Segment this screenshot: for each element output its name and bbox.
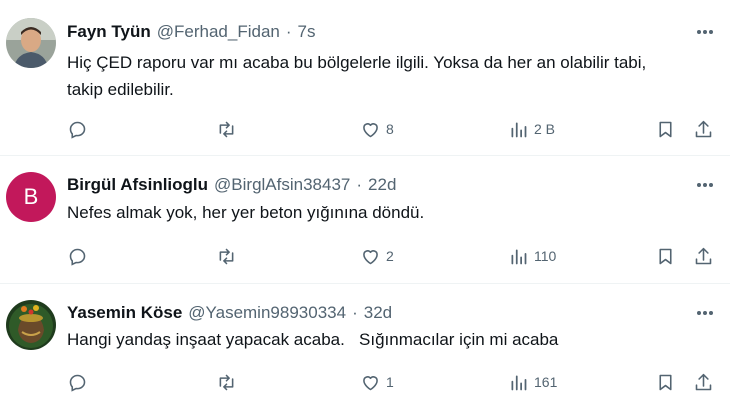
separator-dot: · — [352, 303, 358, 322]
reply-button[interactable] — [67, 117, 88, 141]
like-count: 8 — [386, 121, 394, 137]
tweet-text-line: Hiç ÇED raporu var mı acaba bu bölgelerl… — [67, 53, 647, 72]
like-icon — [363, 122, 378, 137]
like-button[interactable]: 1 — [360, 370, 394, 394]
views-button[interactable]: 161 — [508, 370, 557, 394]
tweet-header: Fayn Tyün @Ferhad_Fidan · 7s — [67, 21, 316, 43]
tweet-text: Nefes almak yok, her yer beton yığınına … — [67, 199, 718, 226]
like-count: 2 — [386, 248, 394, 264]
tweet[interactable]: Fayn Tyün @Ferhad_Fidan · 7s Hiç ÇED rap… — [0, 0, 730, 156]
bookmark-button[interactable] — [655, 117, 676, 141]
avatar[interactable]: B — [6, 172, 56, 222]
views-button[interactable]: 2 B — [508, 117, 555, 141]
avatar-photo — [6, 300, 56, 350]
more-icon — [697, 183, 713, 187]
author-handle[interactable]: @BirglAfsin38437 — [214, 175, 350, 195]
retweet-button[interactable] — [216, 117, 237, 141]
like-icon — [363, 375, 378, 390]
share-button[interactable] — [693, 244, 714, 268]
bookmark-button[interactable] — [655, 244, 676, 268]
like-button[interactable]: 2 — [360, 244, 394, 268]
share-button[interactable] — [693, 117, 714, 141]
retweet-icon — [219, 248, 234, 264]
share-icon — [695, 247, 712, 264]
author-name[interactable]: Fayn Tyün — [67, 22, 151, 42]
tweet-text-line: Nefes almak yok, her yer beton yığınına … — [67, 203, 425, 222]
more-options-button[interactable] — [694, 21, 716, 43]
views-icon — [511, 122, 527, 137]
bookmark-button[interactable] — [655, 370, 676, 394]
tweet-header: Yasemin Köse @Yasemin98930334 · 32d — [67, 302, 392, 324]
more-options-button[interactable] — [694, 302, 716, 324]
like-count: 1 — [386, 374, 394, 390]
retweet-icon — [219, 374, 234, 390]
bookmark-icon — [659, 121, 672, 137]
avatar-photo — [6, 18, 56, 68]
share-button[interactable] — [693, 370, 714, 394]
reply-button[interactable] — [67, 244, 88, 268]
share-icon — [695, 373, 712, 390]
avatar-letter: B — [23, 184, 39, 209]
view-count: 2 B — [534, 121, 556, 137]
tweet-text: Hangi yandaş inşaat yapacak acaba. Sığın… — [67, 326, 718, 353]
timestamp[interactable]: 22d — [368, 175, 396, 195]
retweet-button[interactable] — [216, 370, 237, 394]
bookmark-icon — [659, 374, 672, 390]
tweet[interactable]: B Birgül Afsinlioglu @BirglAfsin38437 · … — [0, 156, 730, 284]
tweet-text-line: takip edilebilir. — [67, 80, 174, 99]
retweet-button[interactable] — [216, 244, 237, 268]
more-icon — [697, 311, 713, 315]
avatar[interactable] — [6, 300, 56, 350]
view-count: 161 — [534, 374, 558, 390]
action-bar: 1 161 — [0, 370, 730, 394]
timestamp[interactable]: 7s — [298, 22, 316, 42]
more-options-button[interactable] — [694, 174, 716, 196]
action-bar: 8 2 B — [0, 117, 730, 141]
more-icon — [697, 30, 713, 34]
views-button[interactable]: 110 — [508, 244, 556, 268]
author-handle[interactable]: @Ferhad_Fidan — [157, 22, 280, 42]
timestamp[interactable]: 32d — [364, 303, 392, 323]
action-bar: 2 110 — [0, 244, 730, 268]
views-icon — [511, 249, 527, 264]
retweet-icon — [219, 121, 234, 137]
reply-icon — [69, 248, 86, 266]
tweet[interactable]: Yasemin Köse @Yasemin98930334 · 32d Hang… — [0, 284, 730, 420]
separator-dot: · — [356, 175, 363, 194]
reply-icon — [69, 374, 86, 392]
share-icon — [695, 120, 712, 137]
reply-button[interactable] — [67, 370, 88, 394]
like-button[interactable]: 8 — [360, 117, 394, 141]
author-name[interactable]: Yasemin Köse — [67, 303, 182, 323]
like-icon — [363, 249, 378, 264]
views-icon — [511, 375, 527, 390]
tweet-text: Hiç ÇED raporu var mı acaba bu bölgelerl… — [67, 49, 718, 103]
view-count: 110 — [534, 248, 557, 264]
author-name[interactable]: Birgül Afsinlioglu — [67, 175, 208, 195]
tweet-header: Birgül Afsinlioglu @BirglAfsin38437 · 22… — [67, 174, 396, 196]
reply-icon — [69, 121, 86, 139]
avatar[interactable] — [6, 18, 56, 68]
tweet-text-line: Hangi yandaş inşaat yapacak acaba. Sığın… — [67, 330, 559, 349]
author-handle[interactable]: @Yasemin98930334 — [188, 303, 346, 323]
bookmark-icon — [659, 248, 672, 264]
separator-dot: · — [285, 22, 292, 41]
